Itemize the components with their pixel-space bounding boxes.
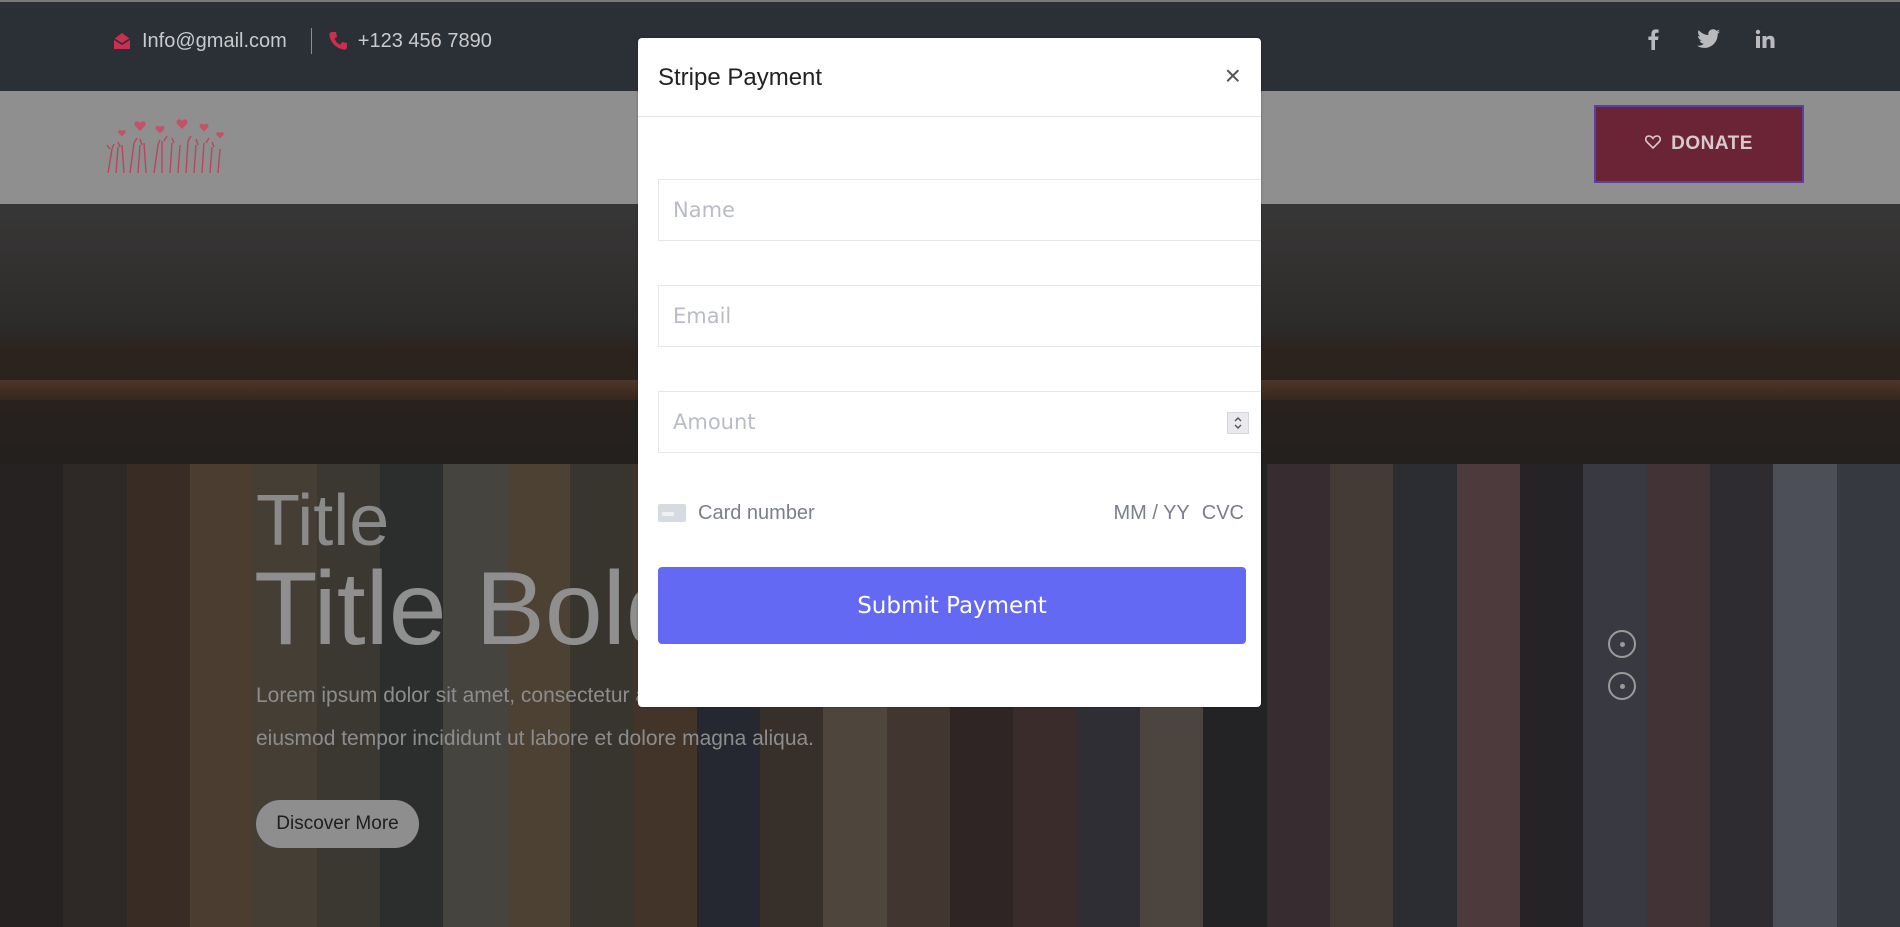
- credit-card-icon: [658, 504, 686, 522]
- cvc-field[interactable]: CVC: [1202, 502, 1244, 525]
- slider-dot[interactable]: [1608, 672, 1636, 700]
- spinner-arrows-icon: [1234, 417, 1242, 429]
- email-text: Info@gmail.com: [142, 29, 287, 52]
- modal-title: Stripe Payment: [658, 64, 823, 91]
- amount-placeholder: Amount: [673, 410, 756, 434]
- donate-button[interactable]: DONATE: [1594, 105, 1804, 183]
- phone-contact[interactable]: +123 456 7890: [328, 30, 492, 53]
- discover-more-button[interactable]: Discover More: [256, 800, 419, 848]
- name-field[interactable]: Name: [658, 179, 1261, 241]
- donate-label: DONATE: [1671, 133, 1753, 154]
- number-spinner[interactable]: [1227, 412, 1249, 434]
- heart-icon: [1645, 133, 1662, 155]
- linkedin-icon[interactable]: [1752, 24, 1778, 54]
- phone-text: +123 456 7890: [357, 29, 492, 52]
- contact-info: Info@gmail.com +123 456 7890: [112, 28, 492, 54]
- submit-payment-button[interactable]: Submit Payment: [658, 567, 1246, 644]
- amount-field[interactable]: Amount: [658, 391, 1261, 453]
- email-placeholder: Email: [673, 304, 732, 328]
- expiry-field[interactable]: MM / YY: [1113, 502, 1189, 525]
- name-placeholder: Name: [673, 198, 735, 222]
- card-number-field[interactable]: Card number: [698, 502, 1113, 525]
- envelope-icon: [112, 32, 132, 50]
- phone-icon: [328, 31, 348, 51]
- slider-dots: [1608, 630, 1636, 700]
- divider: [310, 28, 312, 54]
- facebook-icon[interactable]: [1640, 24, 1666, 54]
- social-links: [1640, 24, 1778, 54]
- stripe-payment-modal: Stripe Payment × Name Email Amount Card …: [638, 38, 1261, 707]
- email-contact[interactable]: Info@gmail.com: [112, 30, 287, 53]
- logo[interactable]: [100, 113, 230, 175]
- email-field[interactable]: Email: [658, 285, 1261, 347]
- twitter-icon[interactable]: [1696, 24, 1722, 54]
- close-icon[interactable]: ×: [1225, 60, 1241, 92]
- card-element[interactable]: Card number MM / YY CVC: [658, 498, 1244, 528]
- modal-header: Stripe Payment ×: [638, 38, 1261, 117]
- slider-dot[interactable]: [1608, 630, 1636, 658]
- hero-title-bold: Title Bold: [254, 551, 684, 667]
